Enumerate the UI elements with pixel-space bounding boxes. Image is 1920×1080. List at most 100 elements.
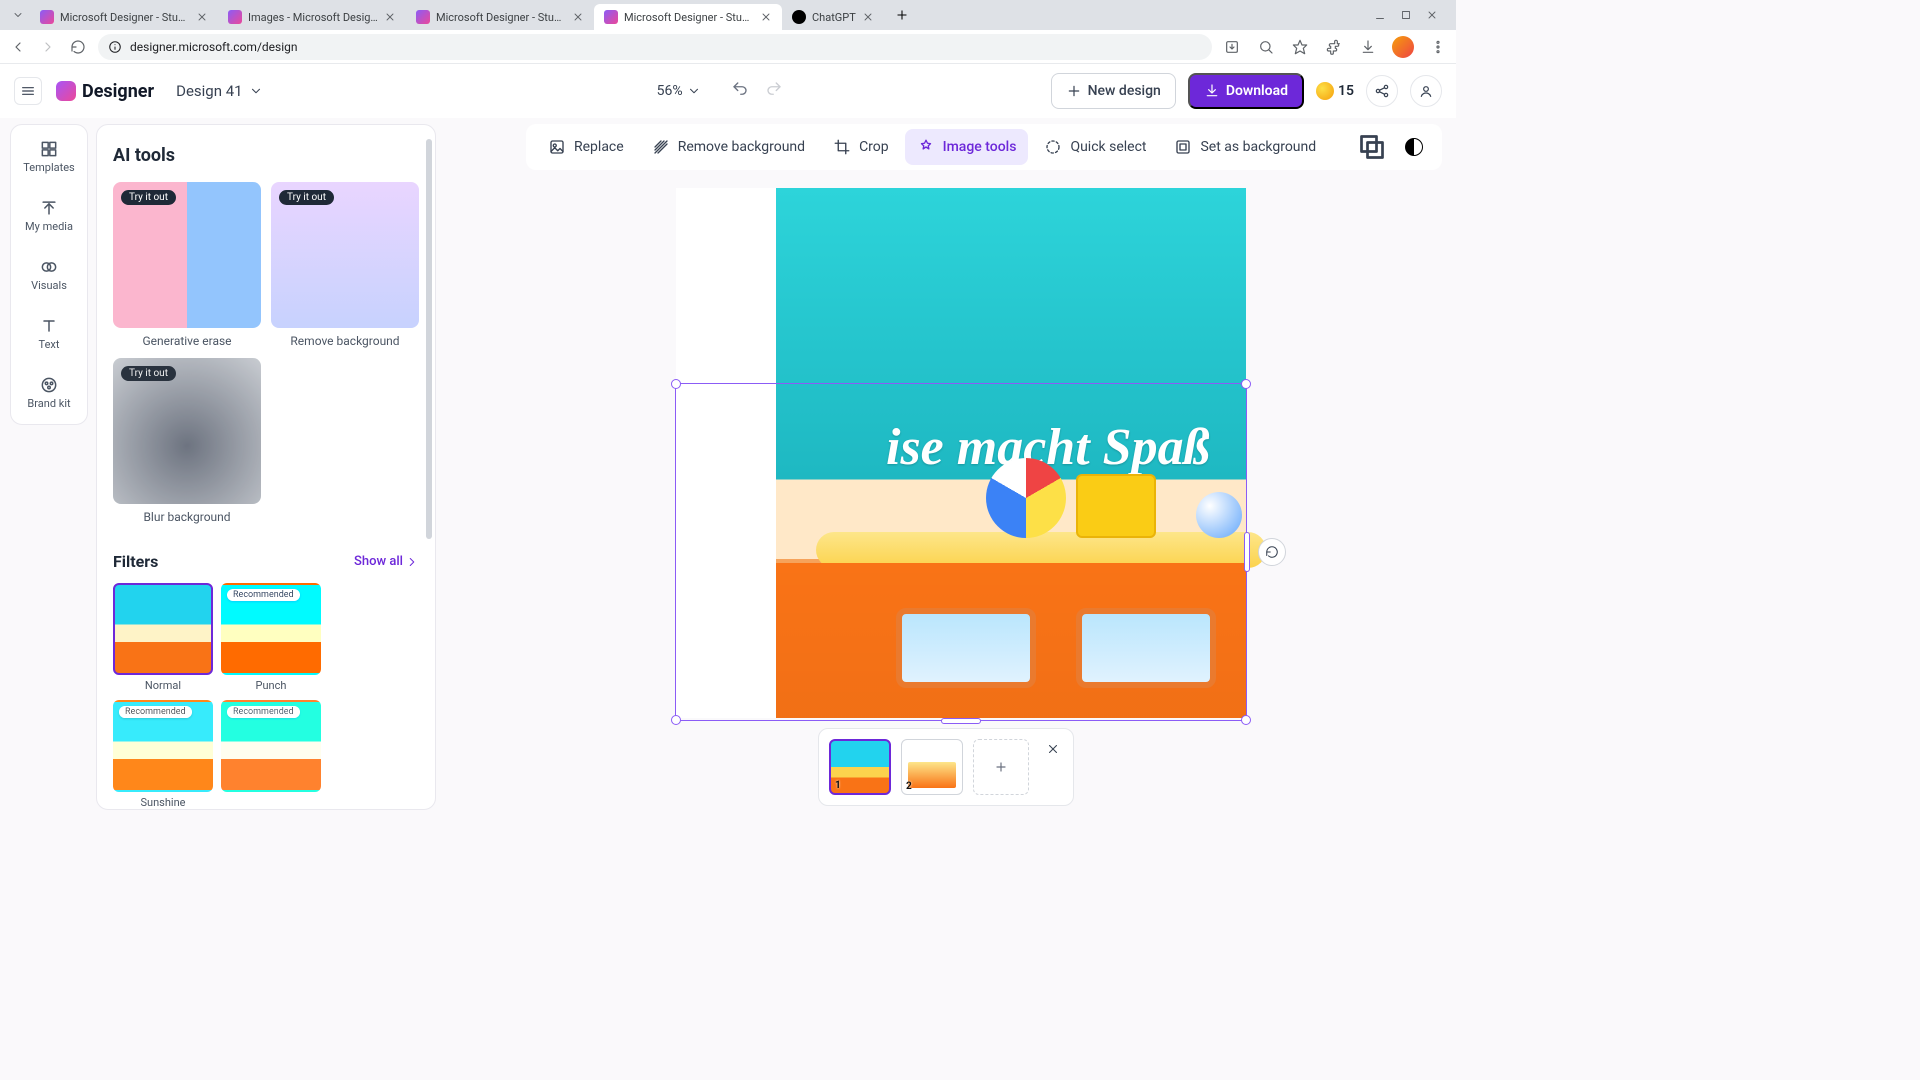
install-app-icon[interactable] xyxy=(1222,37,1242,57)
nav-text[interactable]: Text xyxy=(11,312,87,355)
tab-search-dropdown[interactable] xyxy=(6,9,30,21)
share-button[interactable] xyxy=(1366,75,1398,107)
filters-heading: Filters xyxy=(113,552,158,571)
resize-handle[interactable] xyxy=(941,718,981,724)
ctx-label: Crop xyxy=(859,139,889,155)
download-label: Download xyxy=(1226,83,1288,99)
filter-sunshine[interactable]: Recommended Sunshine xyxy=(113,700,213,809)
tab-title: Images - Microsoft Designer xyxy=(248,11,378,24)
nav-label: Templates xyxy=(23,161,74,174)
profile-avatar[interactable] xyxy=(1392,36,1414,58)
browser-menu-icon[interactable] xyxy=(1428,37,1448,57)
show-all-button[interactable]: Show all xyxy=(354,554,419,569)
tab-title: Microsoft Designer - Stunning xyxy=(436,11,566,24)
new-tab-button[interactable] xyxy=(890,3,914,27)
resize-handle[interactable] xyxy=(1244,532,1250,572)
ai-tool-remove-background[interactable]: Try it out Remove background xyxy=(271,182,419,348)
url-text: designer.microsoft.com/design xyxy=(130,40,298,54)
filter-thumb: Recommended xyxy=(113,700,213,792)
close-icon[interactable] xyxy=(196,11,208,23)
add-page-button[interactable] xyxy=(973,739,1029,795)
reload-button[interactable] xyxy=(68,37,88,57)
rotate-handle[interactable] xyxy=(1258,538,1286,566)
credits-badge[interactable]: 15 xyxy=(1316,82,1354,100)
try-badge: Try it out xyxy=(121,366,176,381)
download-icon xyxy=(1204,83,1220,99)
design-name-label: Design 41 xyxy=(176,82,242,100)
ctx-label: Remove background xyxy=(678,139,805,155)
address-bar: designer.microsoft.com/design xyxy=(0,30,1456,64)
zoom-dropdown[interactable]: 56% xyxy=(657,83,701,99)
site-info-icon[interactable] xyxy=(108,40,122,54)
minimize-button[interactable] xyxy=(1374,9,1386,21)
back-button[interactable] xyxy=(8,37,28,57)
chevron-down-icon xyxy=(687,84,701,98)
extensions-icon[interactable] xyxy=(1324,37,1344,57)
close-icon[interactable] xyxy=(760,11,772,23)
hamburger-menu[interactable] xyxy=(14,77,42,105)
close-icon[interactable] xyxy=(862,11,874,23)
recommended-badge: Recommended xyxy=(119,706,192,718)
download-button[interactable]: Download xyxy=(1188,73,1304,109)
close-tray-button[interactable] xyxy=(1043,739,1063,759)
crop-button[interactable]: Crop xyxy=(821,129,901,165)
resize-handle[interactable] xyxy=(671,715,681,725)
ai-tool-generative-erase[interactable]: Try it out Generative erase xyxy=(113,182,261,348)
design-name-dropdown[interactable]: Design 41 xyxy=(176,82,262,100)
forward-button[interactable] xyxy=(38,37,58,57)
filter-label: Normal xyxy=(145,679,181,692)
nav-my-media[interactable]: My media xyxy=(11,194,87,237)
contrast-button[interactable] xyxy=(1396,129,1432,165)
canvas[interactable]: ise macht Spaß xyxy=(676,188,1246,718)
ai-tool-blur-background[interactable]: Try it out Blur background xyxy=(113,358,261,524)
url-input[interactable]: designer.microsoft.com/design xyxy=(98,34,1212,60)
nav-brand-kit[interactable]: Brand kit xyxy=(11,371,87,414)
close-icon[interactable] xyxy=(572,11,584,23)
filter-normal[interactable]: Normal xyxy=(113,583,213,692)
nav-visuals[interactable]: Visuals xyxy=(11,253,87,296)
page-thumb-1[interactable]: 1 xyxy=(829,739,891,795)
maximize-button[interactable] xyxy=(1400,9,1412,21)
side-panel: AI tools Try it out Generative erase Try… xyxy=(96,124,436,810)
nav-label: Visuals xyxy=(31,279,67,292)
page-thumb-2[interactable]: 2 xyxy=(901,739,963,795)
resize-handle[interactable] xyxy=(671,379,681,389)
filter-punch[interactable]: Recommended Punch xyxy=(221,583,321,692)
image-tools-button[interactable]: Image tools xyxy=(905,129,1029,165)
set-as-background-button[interactable]: Set as background xyxy=(1162,129,1328,165)
browser-tab[interactable]: ChatGPT xyxy=(782,4,884,30)
redo-button[interactable] xyxy=(765,80,783,102)
browser-tab[interactable]: Images - Microsoft Designer xyxy=(218,4,406,30)
undo-button[interactable] xyxy=(731,80,749,102)
tab-title: Microsoft Designer - Stunning xyxy=(60,11,190,24)
selection-box[interactable] xyxy=(675,383,1247,721)
ctx-label: Replace xyxy=(574,139,624,155)
window-controls xyxy=(1362,9,1450,21)
browser-tab-active[interactable]: Microsoft Designer - Stunning xyxy=(594,4,782,30)
close-window-button[interactable] xyxy=(1426,9,1438,21)
resize-handle[interactable] xyxy=(1241,379,1251,389)
remove-background-button[interactable]: Remove background xyxy=(640,129,817,165)
filter-item[interactable]: Recommended xyxy=(221,700,321,809)
app-header: Designer Design 41 56% New design Downlo… xyxy=(0,64,1456,118)
panel-scrollbar[interactable] xyxy=(426,139,432,539)
nav-label: Brand kit xyxy=(27,397,70,410)
downloads-icon[interactable] xyxy=(1358,37,1378,57)
bookmark-icon[interactable] xyxy=(1290,37,1310,57)
filter-thumb: Recommended xyxy=(221,583,321,675)
nav-templates[interactable]: Templates xyxy=(11,135,87,178)
zoom-icon[interactable] xyxy=(1256,37,1276,57)
close-icon[interactable] xyxy=(384,11,396,23)
quick-select-button[interactable]: Quick select xyxy=(1032,129,1158,165)
layers-button[interactable] xyxy=(1354,129,1390,165)
new-design-button[interactable]: New design xyxy=(1051,73,1176,109)
resize-handle[interactable] xyxy=(1241,715,1251,725)
browser-tab[interactable]: Microsoft Designer - Stunning xyxy=(30,4,218,30)
try-badge: Try it out xyxy=(121,190,176,205)
account-button[interactable] xyxy=(1410,75,1442,107)
nav-label: Text xyxy=(39,338,60,351)
replace-button[interactable]: Replace xyxy=(536,129,636,165)
app-logo[interactable]: Designer xyxy=(56,81,154,102)
tab-title: Microsoft Designer - Stunning xyxy=(624,11,754,24)
browser-tab[interactable]: Microsoft Designer - Stunning xyxy=(406,4,594,30)
